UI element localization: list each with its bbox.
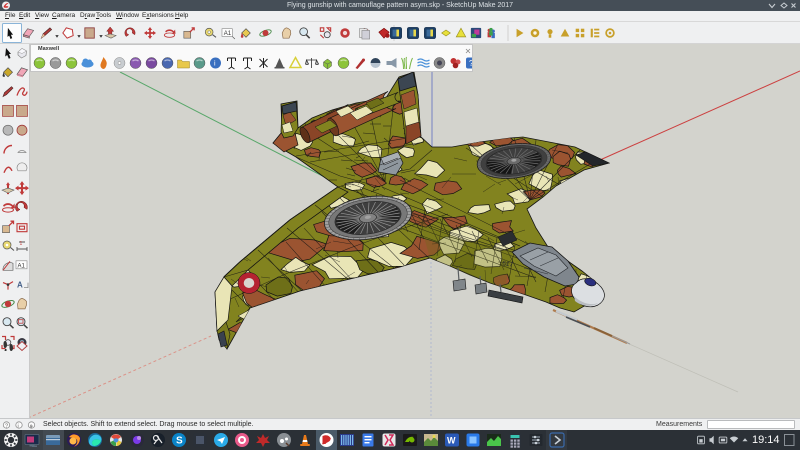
svg-text:A1: A1	[18, 263, 26, 269]
svg-text:?: ?	[469, 59, 472, 68]
svg-text:W: W	[447, 436, 456, 446]
svg-text:A1: A1	[224, 31, 232, 37]
svg-text:๑: ๑	[30, 423, 34, 429]
svg-text:1: 1	[20, 241, 23, 247]
svg-text:?: ?	[5, 423, 8, 429]
svg-text:S: S	[176, 436, 183, 447]
svg-text:i: i	[18, 423, 19, 429]
svg-text:A: A	[17, 281, 23, 290]
